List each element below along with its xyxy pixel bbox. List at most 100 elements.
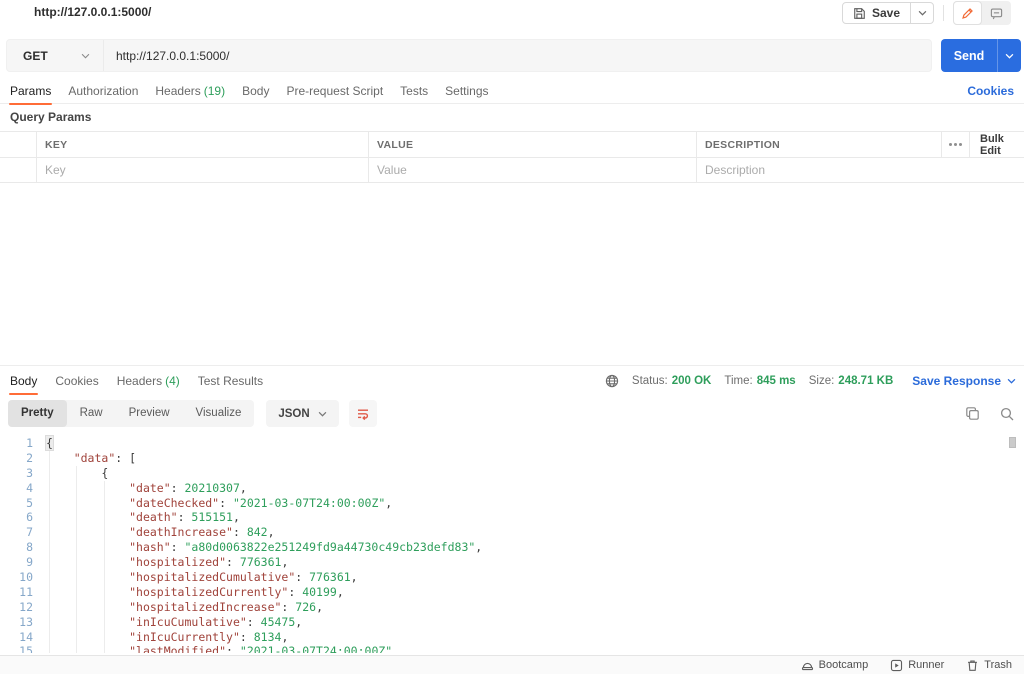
save-response-button[interactable]: Save Response — [912, 374, 1016, 388]
code-line: 4 "date": 20210307, — [0, 481, 1024, 496]
more-options-button[interactable] — [941, 132, 969, 157]
code-line: 15 "lastModified": "2021-03-07T24:00:00Z… — [0, 644, 1024, 653]
copy-icon — [965, 406, 980, 421]
view-tab-raw[interactable]: Raw — [67, 400, 116, 427]
send-options-button[interactable] — [997, 39, 1021, 72]
save-button[interactable]: Save — [843, 3, 910, 23]
comment-icon — [990, 7, 1003, 20]
view-tab-preview[interactable]: Preview — [116, 400, 183, 427]
bootcamp-icon — [801, 659, 814, 672]
response-tab-cookies[interactable]: Cookies — [53, 366, 100, 396]
response-tab-test-results[interactable]: Test Results — [196, 366, 265, 396]
size-badge[interactable]: Size: 248.71 KB — [809, 375, 894, 387]
code-line: 3 { — [0, 466, 1024, 481]
method-selector[interactable]: GET — [7, 40, 103, 71]
code-line: 6 "death": 515151, — [0, 510, 1024, 525]
tab-label: Body — [10, 374, 37, 388]
tab-label: Pre-request Script — [286, 84, 383, 98]
divider — [943, 5, 944, 21]
trash-icon — [966, 659, 979, 672]
time-label: Time: — [724, 375, 752, 387]
send-button[interactable]: Send — [941, 39, 997, 72]
wrap-text-button[interactable] — [349, 400, 377, 427]
value-input[interactable] — [377, 163, 680, 177]
key-input[interactable] — [45, 163, 352, 177]
send-button-label: Send — [954, 49, 985, 63]
tab-tests[interactable]: Tests — [398, 79, 430, 104]
view-tab-pretty[interactable]: Pretty — [8, 400, 67, 427]
edit-button[interactable] — [953, 1, 982, 25]
request-title: http://127.0.0.1:5000/ — [34, 5, 151, 19]
code-line: 12 "hospitalizedIncrease": 726, — [0, 600, 1024, 615]
tab-pre-request-script[interactable]: Pre-request Script — [284, 79, 385, 104]
chevron-down-icon — [918, 10, 927, 16]
trash-button[interactable]: Trash — [966, 659, 1012, 672]
search-icon — [1000, 407, 1014, 421]
copy-button[interactable] — [965, 406, 980, 421]
code-line: 9 "hospitalized": 776361, — [0, 555, 1024, 570]
response-tab-headers[interactable]: Headers(4) — [115, 366, 182, 396]
row-checkbox-cell[interactable] — [0, 158, 36, 182]
save-icon — [853, 7, 866, 20]
indent-guide — [76, 466, 77, 653]
response-header: Body Cookies Headers(4) Test Results Sta… — [0, 365, 1024, 395]
tab-body[interactable]: Body — [240, 79, 271, 104]
size-label: Size: — [809, 375, 835, 387]
pencil-icon — [961, 7, 974, 20]
format-label: JSON — [278, 408, 309, 420]
search-button[interactable] — [1000, 407, 1014, 421]
code-line: 5 "dateChecked": "2021-03-07T24:00:00Z", — [0, 496, 1024, 511]
runner-button[interactable]: Runner — [890, 659, 944, 672]
response-meta: Status: 200 OK Time: 845 ms Size: 248.71… — [605, 366, 1016, 396]
view-mode-switch: Pretty Raw Preview Visualize — [8, 400, 254, 427]
wrap-text-icon — [356, 407, 370, 421]
format-selector[interactable]: JSON — [266, 400, 338, 427]
tab-authorization[interactable]: Authorization — [66, 79, 140, 104]
query-params-heading: Query Params — [10, 110, 91, 124]
chevron-down-icon — [1007, 378, 1016, 384]
query-params-table: KEY VALUE DESCRIPTION Bulk Edit — [0, 131, 1024, 183]
tab-label: Body — [242, 84, 269, 98]
request-url-bar: GET http://127.0.0.1:5000/ — [6, 39, 932, 72]
bootcamp-button[interactable]: Bootcamp — [801, 659, 869, 672]
code-line: 10 "hospitalizedCumulative": 776361, — [0, 570, 1024, 585]
table-row — [0, 157, 1024, 183]
response-body-code[interactable]: 1{2 "data": [3 {4 "date": 20210307,5 "da… — [0, 430, 1024, 653]
select-all-cell[interactable] — [0, 132, 36, 157]
url-input[interactable]: http://127.0.0.1:5000/ — [104, 49, 931, 63]
description-input[interactable] — [705, 163, 1008, 177]
code-line: 11 "hospitalizedCurrently": 40199, — [0, 585, 1024, 600]
tab-label: Headers — [117, 374, 162, 388]
save-button-group: Save — [842, 2, 934, 24]
status-value: 200 OK — [672, 375, 712, 387]
response-toolbar: Pretty Raw Preview Visualize JSON — [8, 400, 1014, 427]
tab-label: Cookies — [55, 374, 98, 388]
response-tab-body[interactable]: Body — [8, 366, 39, 396]
tab-label: Test Results — [198, 374, 263, 388]
time-badge[interactable]: Time: 845 ms — [724, 375, 795, 387]
globe-icon[interactable] — [605, 374, 619, 388]
tab-params[interactable]: Params — [8, 79, 53, 104]
view-tab-visualize[interactable]: Visualize — [183, 400, 255, 427]
tab-settings[interactable]: Settings — [443, 79, 490, 104]
bulk-edit-button[interactable]: Bulk Edit — [969, 132, 1024, 157]
topbar-controls: Save — [842, 1, 1011, 25]
tab-label: Tests — [400, 84, 428, 98]
tab-label: Authorization — [68, 84, 138, 98]
value-column-header: VALUE — [377, 139, 413, 151]
code-line: 2 "data": [ — [0, 451, 1024, 466]
size-value: 248.71 KB — [838, 375, 893, 387]
tab-label: Params — [10, 84, 51, 98]
edit-comment-group — [953, 1, 1011, 25]
trash-label: Trash — [984, 659, 1012, 671]
comment-button[interactable] — [982, 1, 1011, 25]
status-badge[interactable]: Status: 200 OK — [632, 375, 711, 387]
code-line: 7 "deathIncrease": 842, — [0, 525, 1024, 540]
description-column-header: DESCRIPTION — [705, 139, 780, 151]
runner-label: Runner — [908, 659, 944, 671]
cookies-link[interactable]: Cookies — [967, 79, 1014, 104]
tab-headers[interactable]: Headers(19) — [153, 79, 227, 104]
scrollbar-thumb[interactable] — [1009, 437, 1016, 448]
save-options-button[interactable] — [910, 3, 933, 23]
ellipsis-icon — [949, 143, 962, 146]
